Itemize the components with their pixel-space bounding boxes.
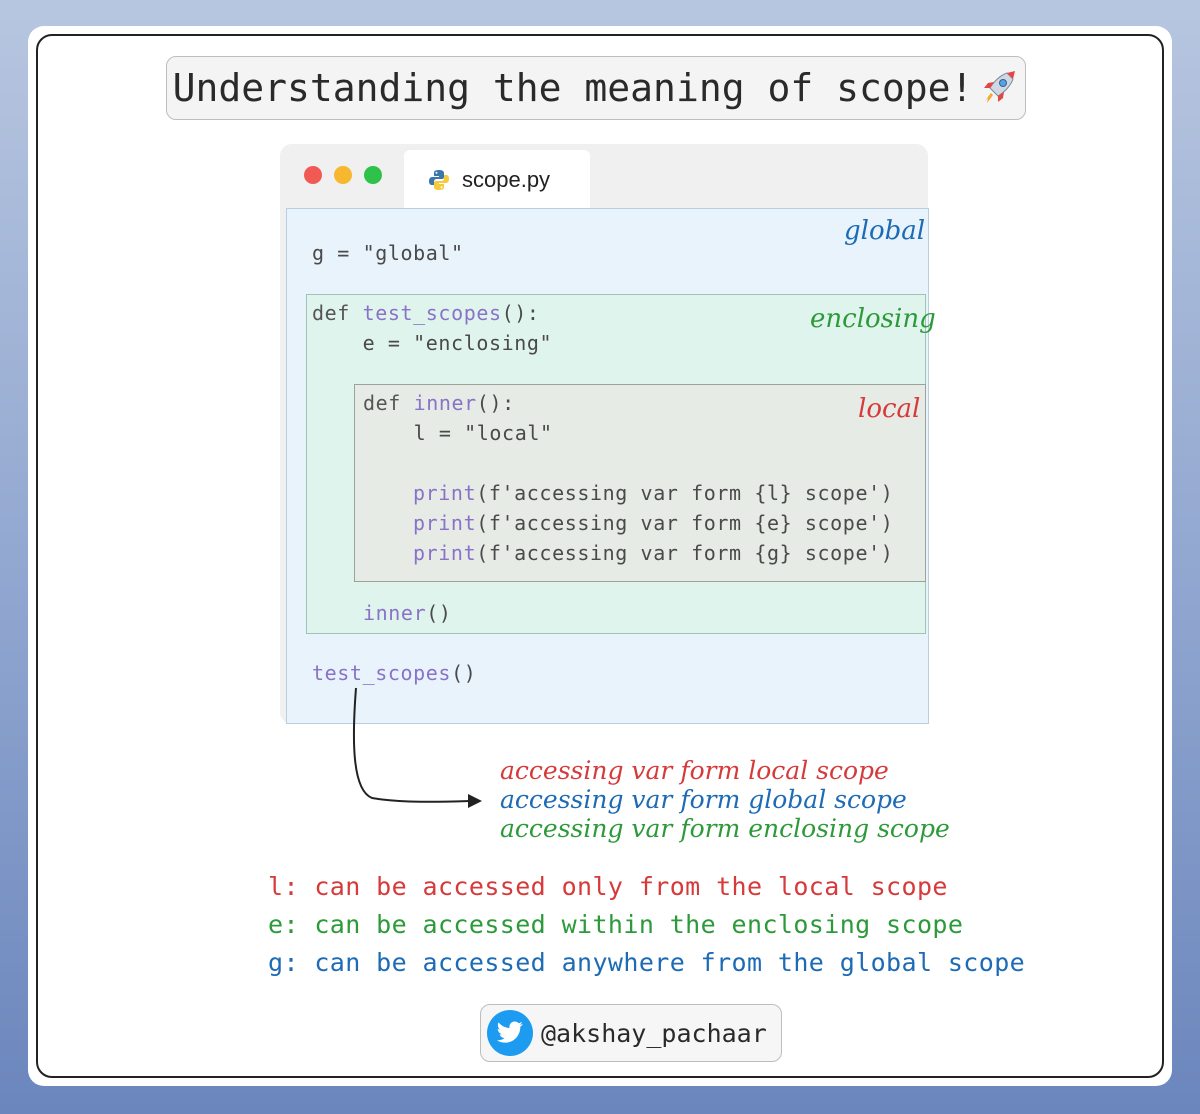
output-line-enclosing: accessing var form enclosing scope xyxy=(500,814,950,843)
author-badge[interactable]: @akshay_pachaar xyxy=(480,1004,782,1062)
note-enclosing: e: can be accessed within the enclosing … xyxy=(268,910,964,939)
author-handle: @akshay_pachaar xyxy=(541,1018,767,1048)
note-global: g: can be accessed anywhere from the glo… xyxy=(268,948,1026,977)
note-local: l: can be accessed only from the local s… xyxy=(268,872,948,901)
output-line-global: accessing var form global scope xyxy=(500,785,907,814)
twitter-icon xyxy=(487,1010,533,1056)
output-line-local: accessing var form local scope xyxy=(500,756,889,785)
output-arrow xyxy=(352,687,482,808)
